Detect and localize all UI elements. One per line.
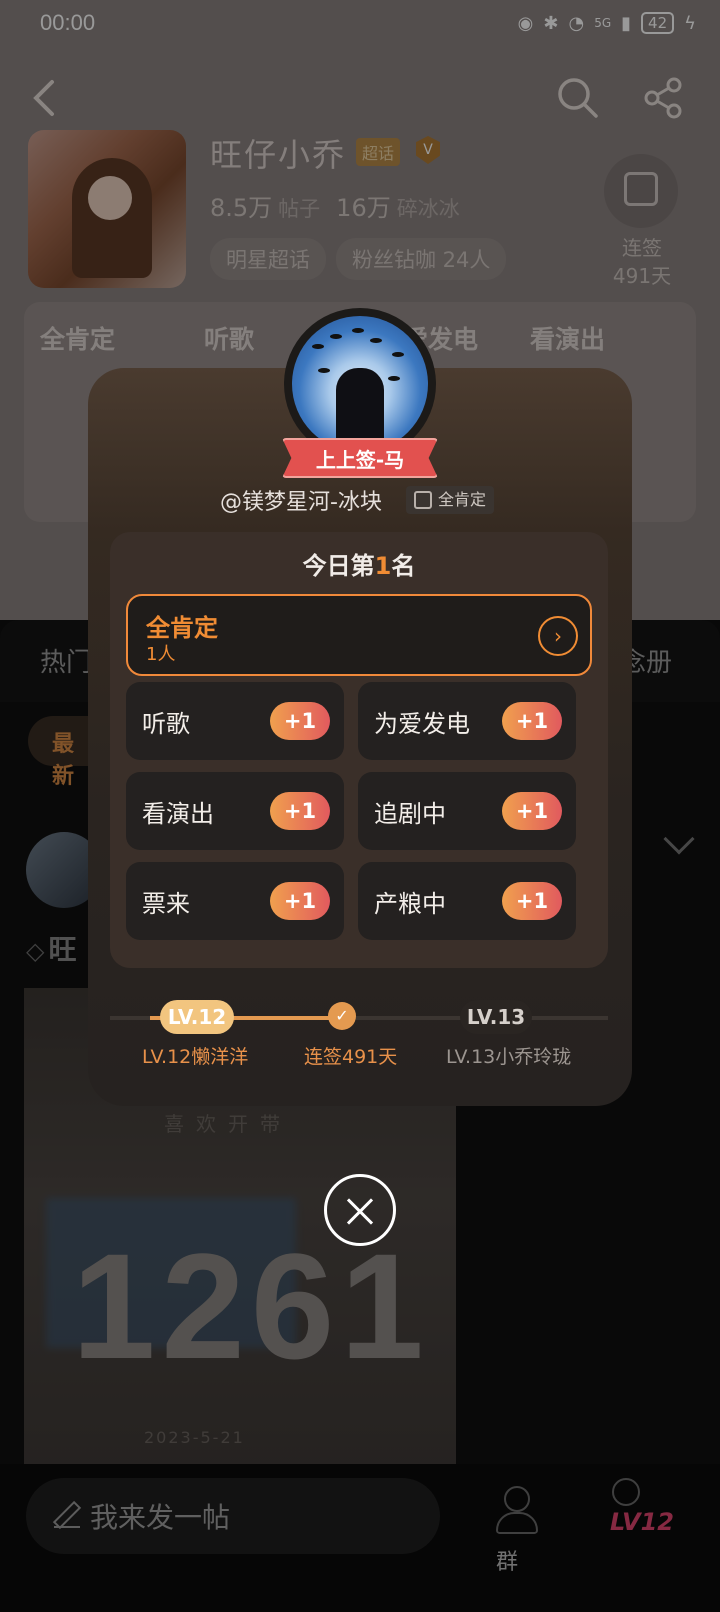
next-level-pill: LV.13 bbox=[460, 1000, 532, 1034]
close-icon[interactable] bbox=[324, 1174, 396, 1246]
next-level-name: LV.13小乔玲珑 bbox=[446, 1046, 572, 1068]
plus-one-button[interactable]: +1 bbox=[502, 882, 562, 920]
option-tickets[interactable]: 票来 +1 bbox=[126, 862, 344, 940]
option-listen-music[interactable]: 听歌 +1 bbox=[126, 682, 344, 760]
option-all-affirm[interactable]: 全肯定 1人 › bbox=[126, 594, 592, 676]
plus-one-button[interactable]: +1 bbox=[270, 702, 330, 740]
chevron-right-icon[interactable]: › bbox=[538, 616, 578, 656]
option-making-content[interactable]: 产粮中 +1 bbox=[358, 862, 576, 940]
modal-username: @镁梦星河-冰块 bbox=[220, 490, 382, 515]
user-title-ribbon: 上上签-马 bbox=[282, 438, 438, 478]
current-level-pill: LV.12 bbox=[160, 1000, 234, 1034]
check-icon: ✓ bbox=[328, 1002, 356, 1030]
user-badge-label: 全肯定 bbox=[438, 490, 487, 509]
option-watch-show[interactable]: 看演出 +1 bbox=[126, 772, 344, 850]
rank-number: 1 bbox=[374, 552, 392, 580]
vote-panel: 今日第1名 全肯定 1人 › 听歌 +1 为爱发电 +1 看演出 +1 追剧中 … bbox=[110, 532, 608, 968]
option-label: 为爱发电 bbox=[374, 710, 470, 738]
plus-one-button[interactable]: +1 bbox=[502, 702, 562, 740]
option-label: 全肯定 bbox=[146, 614, 218, 642]
option-label: 产粮中 bbox=[374, 890, 446, 918]
current-level-name: LV.12懒洋洋 bbox=[142, 1046, 249, 1068]
plus-one-button[interactable]: +1 bbox=[270, 882, 330, 920]
plus-one-button[interactable]: +1 bbox=[502, 792, 562, 830]
option-count: 1人 bbox=[146, 644, 176, 665]
plus-one-button[interactable]: +1 bbox=[270, 792, 330, 830]
user-avatar bbox=[292, 316, 428, 452]
streak-label: 连签491天 bbox=[304, 1046, 398, 1068]
user-badge: 全肯定 bbox=[406, 486, 495, 514]
option-watching-drama[interactable]: 追剧中 +1 bbox=[358, 772, 576, 850]
option-label: 追剧中 bbox=[374, 800, 446, 828]
option-power-for-love[interactable]: 为爱发电 +1 bbox=[358, 682, 576, 760]
option-label: 看演出 bbox=[142, 800, 214, 828]
option-label: 听歌 bbox=[142, 710, 190, 738]
level-progress: LV.12 ✓ LV.13 LV.12懒洋洋 连签491天 LV.13小乔玲珑 bbox=[110, 986, 608, 1086]
check-badge-icon bbox=[414, 491, 432, 509]
option-label: 票来 bbox=[142, 890, 190, 918]
rank-text: 今日第1名 bbox=[302, 552, 416, 580]
